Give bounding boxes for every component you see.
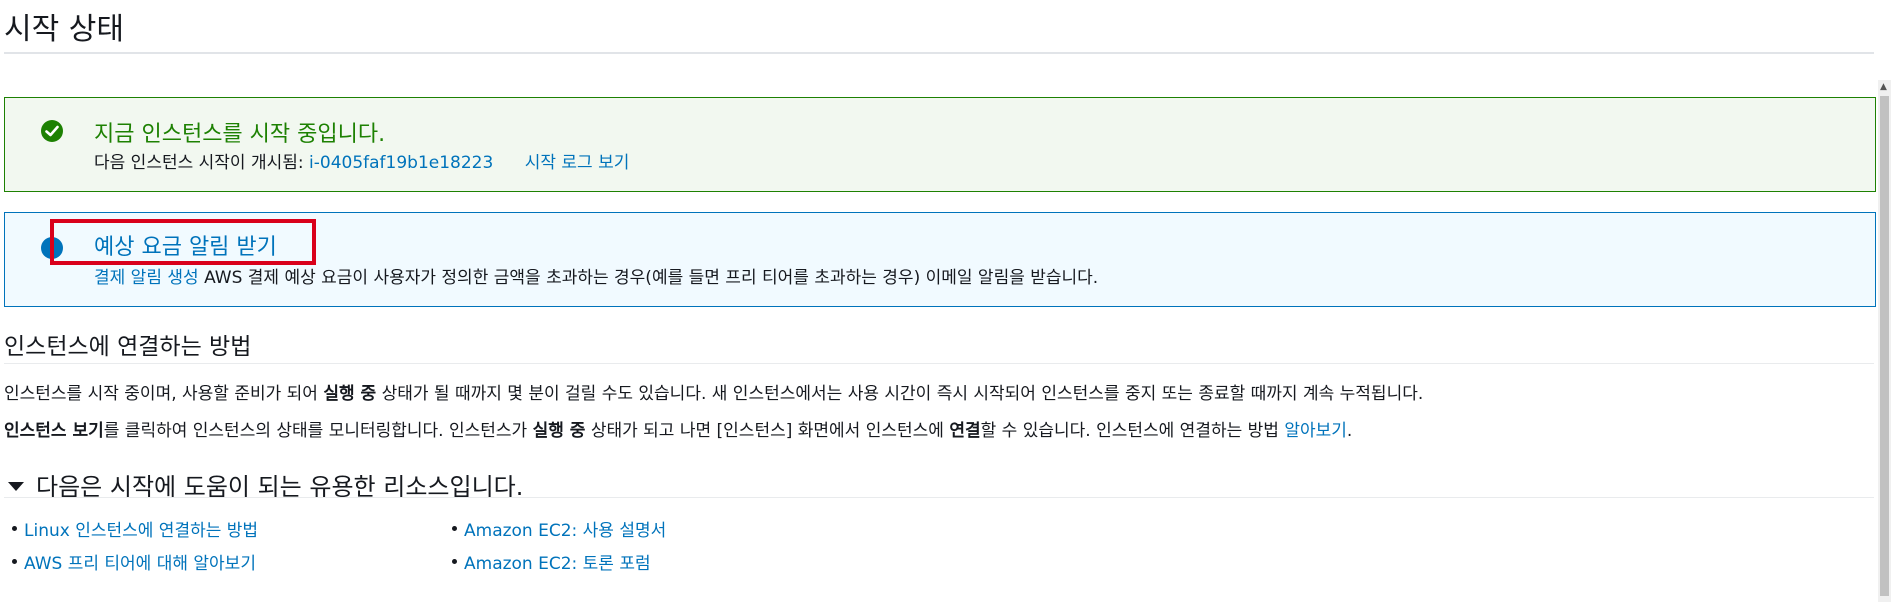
connect-p2-text-b: 상태가 되고 나면 [인스턴스] 화면에서 인스턴스에 [585, 421, 950, 441]
list-item: Amazon EC2: 사용 설명서 [444, 516, 666, 549]
resource-link-linux-connect[interactable]: Linux 인스턴스에 연결하는 방법 [24, 521, 258, 541]
highlight-annotation-box [50, 219, 316, 265]
title-divider [4, 52, 1874, 54]
check-circle-icon [41, 120, 63, 142]
connect-p2-text-a: 를 클릭하여 인스턴스의 상태를 모니터링합니다. 인스턴스가 [103, 421, 533, 441]
connect-p2-end: . [1346, 421, 1353, 441]
scroll-up-arrow-icon[interactable]: ▲ [1880, 82, 1887, 92]
create-billing-alert-link[interactable]: 결제 알림 생성 [94, 268, 199, 288]
success-alert-body: 다음 인스턴스 시작이 개시됨: i-0405faf19b1e18223 시작 … [94, 148, 629, 173]
resources-divider [4, 497, 1874, 498]
launch-success-alert: 지금 인스턴스를 시작 중입니다. 다음 인스턴스 시작이 개시됨: i-040… [4, 97, 1876, 192]
instance-id-link[interactable]: i-0405faf19b1e18223 [309, 153, 493, 173]
connect-p1-text-b: 상태가 될 때까지 몇 분이 걸릴 수도 있습니다. 새 인스턴스에서는 사용 … [376, 384, 1424, 404]
connect-section-heading: 인스턴스에 연결하는 방법 [4, 334, 252, 360]
resource-link-free-tier[interactable]: AWS 프리 티어에 대해 알아보기 [24, 554, 256, 574]
connect-label: 연결 [949, 421, 981, 441]
learn-more-link[interactable]: 알아보기 [1284, 421, 1347, 441]
resources-list-left: Linux 인스턴스에 연결하는 방법 AWS 프리 티어에 대해 알아보기 [4, 516, 258, 582]
connect-paragraph-2: 인스턴스 보기를 클릭하여 인스턴스의 상태를 모니터링합니다. 인스턴스가 실… [4, 416, 1352, 441]
view-launch-log-link[interactable]: 시작 로그 보기 [525, 153, 630, 173]
connect-section-divider [4, 363, 1874, 364]
success-alert-heading: 지금 인스턴스를 시작 중입니다. [94, 122, 386, 147]
running-state-label-2: 실행 중 [532, 421, 586, 441]
info-alert-text: AWS 결제 예상 요금이 사용자가 정의한 금액을 초과하는 경우(예를 들면… [204, 268, 1099, 288]
page-title: 시작 상태 [4, 12, 124, 47]
resources-list-right: Amazon EC2: 사용 설명서 Amazon EC2: 토론 포럼 [444, 516, 666, 582]
running-state-label: 실행 중 [323, 384, 377, 404]
info-alert-body: 결제 알림 생성 AWS 결제 예상 요금이 사용자가 정의한 금액을 초과하는… [94, 263, 1098, 288]
resource-link-forum[interactable]: Amazon EC2: 토론 포럼 [464, 554, 651, 574]
caret-down-icon [8, 482, 24, 491]
view-instances-label: 인스턴스 보기 [4, 421, 104, 441]
connect-p1-text-a: 인스턴스를 시작 중이며, 사용할 준비가 되어 [4, 384, 324, 404]
scrollbar-thumb[interactable] [1880, 96, 1889, 596]
resource-link-user-guide[interactable]: Amazon EC2: 사용 설명서 [464, 521, 666, 541]
list-item: AWS 프리 티어에 대해 알아보기 [4, 549, 258, 582]
success-alert-text: 다음 인스턴스 시작이 개시됨: [94, 153, 304, 173]
list-item: Amazon EC2: 토론 포럼 [444, 549, 666, 582]
list-item: Linux 인스턴스에 연결하는 방법 [4, 516, 258, 549]
connect-p2-text-c: 할 수 있습니다. 인스턴스에 연결하는 방법 [980, 421, 1285, 441]
connect-paragraph-1: 인스턴스를 시작 중이며, 사용할 준비가 되어 실행 중 상태가 될 때까지 … [4, 379, 1423, 404]
